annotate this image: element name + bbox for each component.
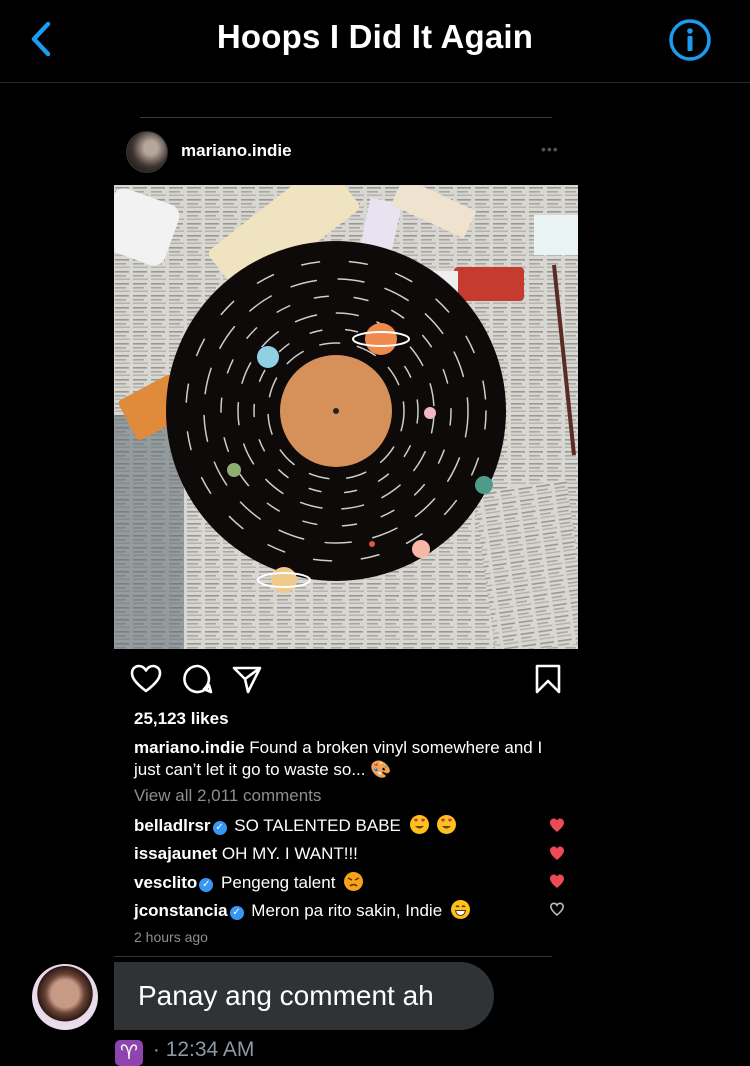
heart-eyes-emoji-icon [409, 815, 429, 834]
info-icon[interactable] [668, 18, 712, 62]
meta-separator: · [152, 1038, 160, 1061]
verified-badge-icon: ✓ [212, 821, 227, 835]
comment-username[interactable]: issajaunet [134, 844, 217, 863]
comment-text: Meron pa rito sakin, Indie [251, 901, 443, 920]
comment-text: OH MY. I WANT!!! [221, 844, 358, 863]
heart-eyes-emoji-icon [437, 815, 457, 834]
comment-text: SO TALENTED BABE [234, 816, 401, 835]
message-meta: ♈ · 12:34 AM [115, 1038, 254, 1066]
conversation-title: Hoops I Did It Again [216, 18, 534, 55]
verified-badge-icon: ✓ [229, 906, 244, 920]
bookmark-icon[interactable] [532, 663, 564, 695]
message-text: Panay ang comment ah [138, 980, 434, 1011]
view-all-comments-link[interactable]: View all 2,011 comments [134, 786, 321, 806]
comment-like-heart-icon[interactable] [549, 845, 565, 861]
message-time: 12:34 AM [165, 1038, 255, 1061]
post-image[interactable] [114, 185, 578, 649]
sender-avatar[interactable] [32, 964, 98, 1030]
more-options-icon[interactable]: ••• [541, 141, 559, 157]
heart-icon[interactable] [130, 663, 162, 695]
post-author-avatar[interactable] [126, 131, 168, 173]
comment-like-heart-icon[interactable] [549, 901, 565, 917]
comment-like-heart-icon[interactable] [549, 873, 565, 889]
post-caption: mariano.indie Found a broken vinyl somew… [134, 737, 554, 781]
comment-icon[interactable] [182, 663, 214, 695]
comment-row: vesclito ✓ Pengeng talent [134, 872, 364, 893]
comment-text: Pengeng talent [221, 873, 336, 892]
comment-row: jconstancia ✓ Meron pa rito sakin, Indie [134, 900, 470, 921]
comment-row: issajaunet OH MY. I WANT!!! [134, 844, 358, 864]
comment-username[interactable]: vesclito [134, 873, 197, 892]
comment-row: belladlrsr ✓ SO TALENTED BABE [134, 815, 457, 836]
comment-username[interactable]: jconstancia [134, 901, 228, 920]
post-actions [130, 663, 565, 697]
post-divider [114, 956, 552, 957]
angry-face-emoji-icon [344, 872, 364, 891]
post-divider [140, 117, 552, 118]
verified-badge-icon: ✓ [199, 878, 214, 892]
like-count[interactable]: 25,123 likes [134, 709, 229, 729]
post-timestamp: 2 hours ago [134, 929, 208, 945]
share-icon[interactable] [231, 663, 263, 695]
post-author-username[interactable]: mariano.indie [181, 141, 292, 161]
caption-username[interactable]: mariano.indie [134, 738, 245, 757]
comment-like-heart-icon[interactable] [549, 817, 565, 833]
conversation-header: Hoops I Did It Again [0, 0, 750, 83]
aries-icon: ♈ [115, 1040, 143, 1066]
comment-username[interactable]: belladlrsr [134, 816, 211, 835]
grinning-emoji-icon [450, 900, 470, 919]
